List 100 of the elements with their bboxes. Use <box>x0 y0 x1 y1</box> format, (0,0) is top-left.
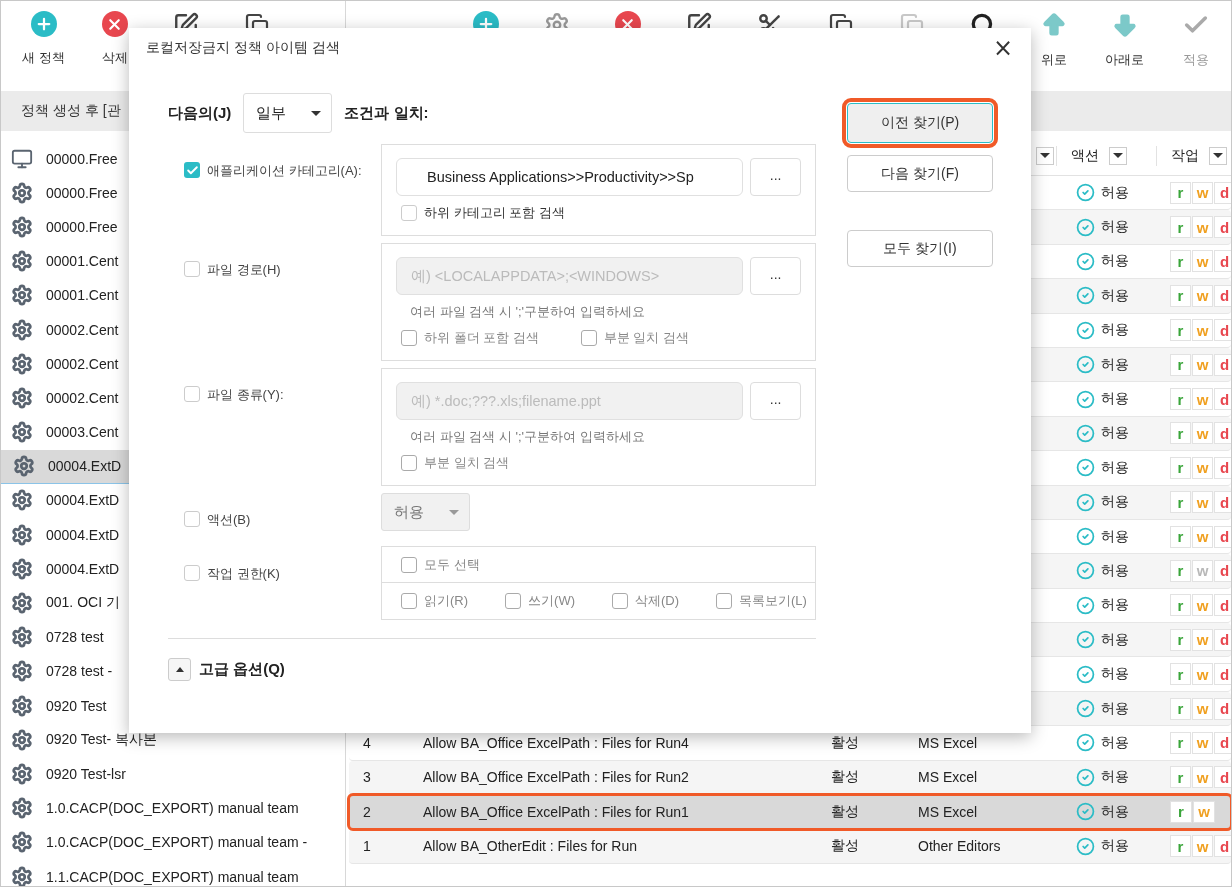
condition-label: 파일 종류(Y): <box>207 386 284 404</box>
permission-flag: d <box>1214 835 1231 858</box>
permission-flag: w <box>1192 766 1213 789</box>
permission-flag: w <box>1192 491 1213 514</box>
permission-flag: w <box>1192 525 1213 548</box>
app-name: MS Excel <box>918 734 978 751</box>
condition-label: 액션(B) <box>207 511 251 529</box>
permission-flag: w <box>1192 628 1213 651</box>
match-label: 다음의(J) <box>168 103 232 123</box>
permission-flag: w <box>1192 388 1213 411</box>
permission-flag: w <box>1192 560 1213 582</box>
action-text: 허용 <box>1101 355 1129 374</box>
permission-flag: r <box>1170 594 1191 617</box>
permission-flag: w <box>1192 181 1213 204</box>
permission-flag: r <box>1170 766 1191 789</box>
permission-flag: w <box>1193 800 1215 823</box>
option-label: 쓰기(W) <box>528 592 575 610</box>
permission-flag: r <box>1170 731 1191 754</box>
permission-flag: w <box>1192 456 1213 479</box>
action-text: 허용 <box>1101 424 1129 443</box>
permission-flag: d <box>1214 250 1231 273</box>
condition-label: 애플리케이션 카테고리(A): <box>207 162 362 180</box>
permission-flag: d <box>1214 525 1231 548</box>
dialog-title: 로컬저장금지 정책 아이템 검색 <box>146 39 340 57</box>
permission-flag: w <box>1192 697 1213 720</box>
status-text: 활성 <box>831 768 859 787</box>
permission-flag: d <box>1214 388 1231 411</box>
permission-flag: d <box>1214 663 1231 686</box>
permission-flag: d <box>1214 284 1231 307</box>
permission-flag: r <box>1170 491 1191 514</box>
permission-flag: w <box>1192 319 1213 342</box>
rule-name: Allow BA_Office ExcelPath : Files for Run1 <box>423 803 689 820</box>
app-name: MS Excel <box>918 769 978 786</box>
permission-flag: d <box>1214 697 1231 720</box>
action-text: 허용 <box>1101 665 1129 684</box>
option-label: 하위 카테고리 포함 검색 <box>424 204 565 222</box>
permission-flag: w <box>1192 731 1213 754</box>
permission-flag: d <box>1214 353 1231 376</box>
action-text: 허용 <box>1101 630 1129 649</box>
row-number: 3 <box>363 769 371 786</box>
permission-flag: w <box>1192 594 1213 617</box>
column-header: 작업 <box>1171 146 1199 165</box>
policy-title: 정책 생성 후 [관 <box>21 102 121 120</box>
action-text: 허용 <box>1101 768 1129 787</box>
hint-text: 여러 파일 검색 시 ';'구분하여 입력하세요 <box>409 428 646 446</box>
permission-flag: w <box>1192 663 1213 686</box>
permission-flag: r <box>1170 353 1191 376</box>
action-text: 허용 <box>1101 321 1129 340</box>
permission-flag: r <box>1170 216 1191 239</box>
action-text: 허용 <box>1101 562 1129 580</box>
action-text: 허용 <box>1101 596 1129 615</box>
permission-flag: r <box>1170 663 1191 686</box>
option-label: 삭제(D) <box>635 592 680 610</box>
permission-flag: w <box>1192 422 1213 445</box>
action-text: 허용 <box>1101 733 1129 752</box>
permission-flag: w <box>1192 250 1213 273</box>
permission-flag: r <box>1170 628 1191 651</box>
permission-flag: r <box>1170 697 1191 720</box>
permission-flag: r <box>1170 835 1191 858</box>
permission-flag: d <box>1214 422 1231 445</box>
action-text: 허용 <box>1101 183 1129 202</box>
permission-flag: r <box>1170 422 1191 445</box>
advanced-options-label: 고급 옵션(Q) <box>199 660 285 679</box>
permission-flag: r <box>1170 181 1191 204</box>
permission-flag: r <box>1170 560 1191 582</box>
permission-flag: d <box>1214 731 1231 754</box>
permission-flag: r <box>1170 319 1191 342</box>
row-number: 2 <box>363 803 371 820</box>
permission-flag: d <box>1214 766 1231 789</box>
hint-text: 여러 파일 검색 시 ';'구분하여 입력하세요 <box>409 303 646 321</box>
status-text: 활성 <box>831 837 859 856</box>
option-label: 부분 일치 검색 <box>424 454 510 472</box>
permission-flag: d <box>1214 491 1231 514</box>
status-text: 활성 <box>831 733 859 752</box>
app-name: Other Editors <box>918 838 1001 855</box>
permission-flag: d <box>1214 181 1231 204</box>
condition-label: 파일 경로(H) <box>207 261 281 279</box>
permission-flag: d <box>1214 319 1231 342</box>
row-number: 4 <box>363 734 371 751</box>
option-label: 모두 선택 <box>424 556 480 574</box>
row-number: 1 <box>363 838 371 855</box>
rule-name: Allow BA_Office ExcelPath : Files for Run4 <box>423 734 689 751</box>
permission-flag: r <box>1170 456 1191 479</box>
action-text: 허용 <box>1101 218 1129 237</box>
status-text: 활성 <box>831 802 859 821</box>
permission-flag: w <box>1192 216 1213 239</box>
match-suffix: 조건과 일치: <box>344 103 429 123</box>
permission-flag: d <box>1214 456 1231 479</box>
action-text: 허용 <box>1101 837 1129 856</box>
action-text: 허용 <box>1101 493 1129 512</box>
action-text: 허용 <box>1101 458 1129 477</box>
app-name: MS Excel <box>918 803 978 820</box>
permission-flag: w <box>1192 284 1213 307</box>
action-text: 허용 <box>1101 390 1129 409</box>
permission-flag: r <box>1170 250 1191 273</box>
action-text: 허용 <box>1101 802 1129 821</box>
permission-flag: r <box>1170 388 1191 411</box>
action-text: 허용 <box>1101 527 1129 546</box>
column-header: 액션 <box>1071 146 1099 165</box>
permission-flag: d <box>1214 216 1231 239</box>
